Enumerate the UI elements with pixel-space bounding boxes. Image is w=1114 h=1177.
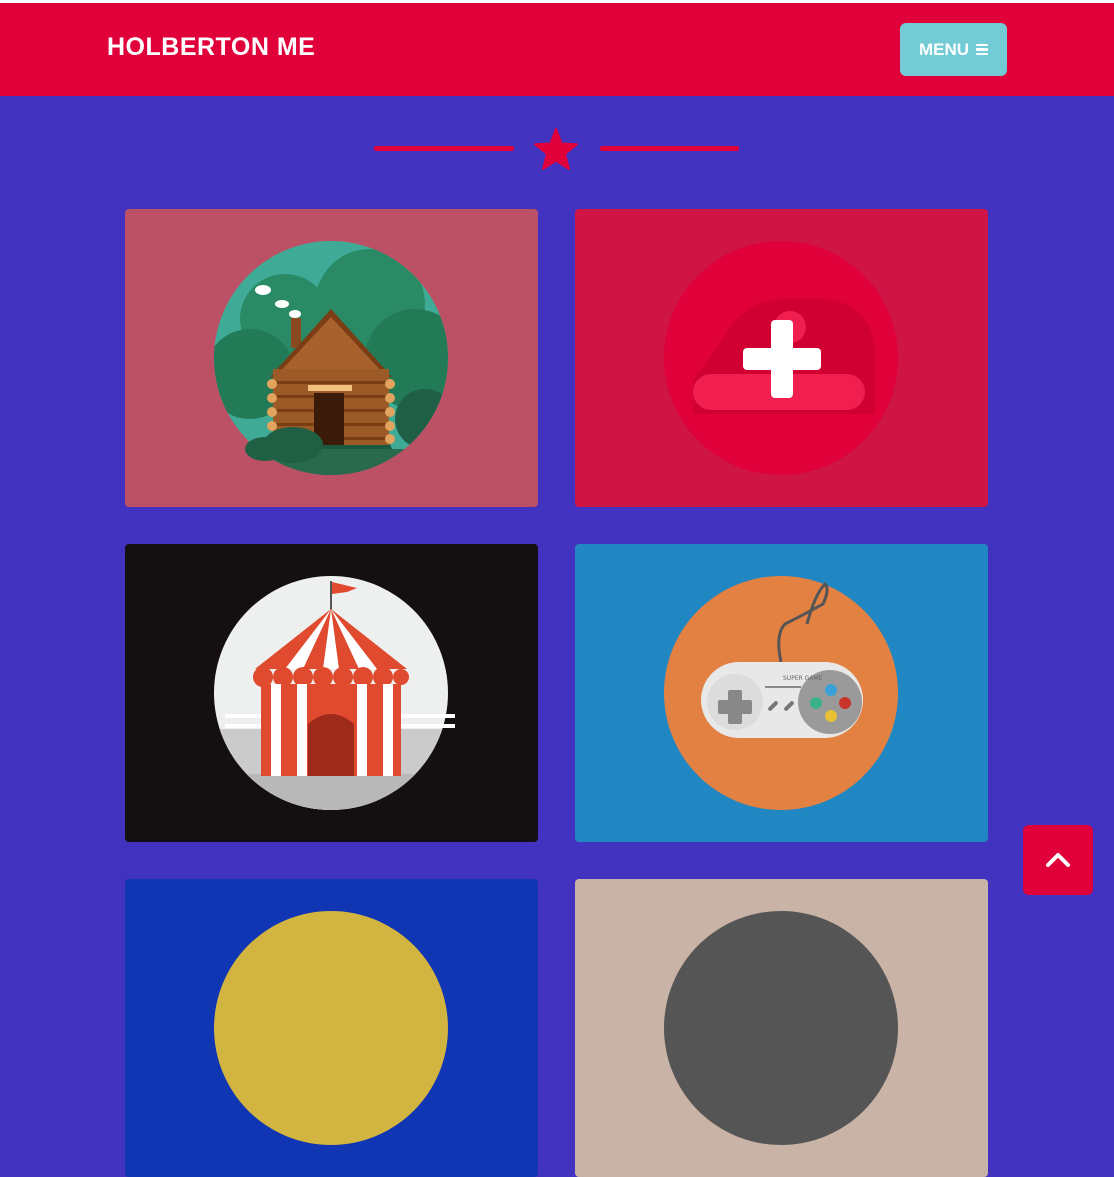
bars-icon — [976, 43, 989, 56]
circus-tent-icon — [125, 544, 538, 842]
portfolio-item-circus-tent[interactable] — [125, 544, 538, 842]
menu-label: MENU — [918, 39, 970, 59]
portfolio-item-game-controller[interactable]: SUPER GAME — [575, 544, 988, 842]
portfolio-image-5 — [125, 879, 538, 1177]
controller-text: SUPER GAME — [783, 675, 823, 682]
menu-button[interactable]: MENU — [900, 23, 1007, 76]
game-controller-icon: SUPER GAME — [575, 544, 988, 842]
chevron-up-icon — [1046, 853, 1070, 867]
brand-logo[interactable]: HOLBERTON ME — [107, 33, 315, 62]
divider-line-left — [374, 146, 514, 151]
star-icon — [534, 128, 578, 170]
scroll-top-button[interactable] — [1023, 825, 1093, 895]
portfolio-item-cabin[interactable] — [125, 209, 538, 507]
navbar: HOLBERTON ME MENU — [0, 3, 1114, 96]
plus-icon — [575, 209, 988, 507]
portfolio-item-5[interactable] — [125, 879, 538, 1177]
portfolio-item-add[interactable] — [575, 209, 988, 507]
divider-line-right — [600, 146, 739, 151]
portfolio-item-6[interactable] — [575, 879, 988, 1177]
cabin-icon — [125, 209, 538, 507]
portfolio-image-6 — [575, 879, 988, 1177]
